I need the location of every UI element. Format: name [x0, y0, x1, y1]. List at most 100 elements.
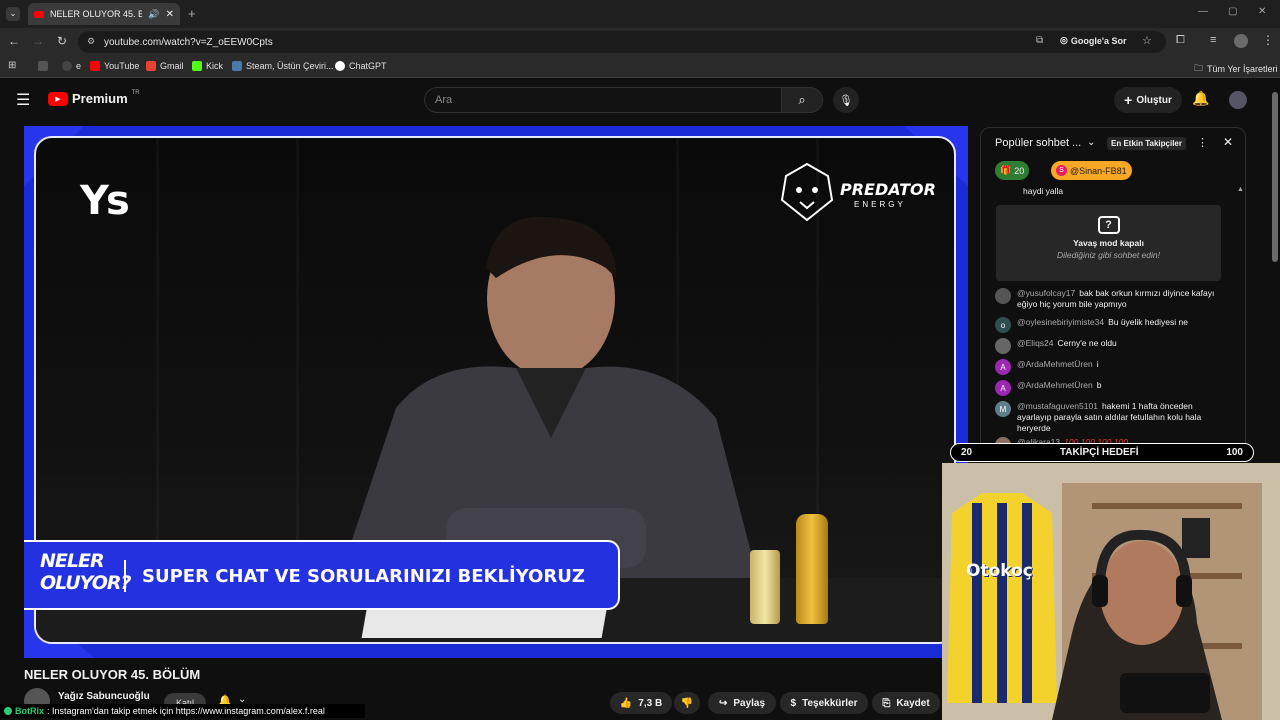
dislike-button[interactable]: 👎 [674, 692, 700, 714]
tab-list-button[interactable]: ⌄ [6, 7, 20, 21]
account-avatar[interactable] [1229, 91, 1247, 109]
minimize-icon[interactable]: — [1198, 6, 1208, 17]
chat-scroll-up-icon[interactable]: ▲ [1237, 186, 1244, 193]
bookmark-label: e [76, 61, 82, 71]
chat-message: A @ArdaMehmetÜren i [995, 359, 1223, 375]
bookmark-e[interactable]: e [62, 61, 81, 71]
logo-line-2: OLUYOR? [40, 572, 132, 594]
search-input[interactable]: Ara [424, 87, 782, 113]
bot-name: BotRix [15, 706, 44, 716]
goal-end: 100 [1226, 447, 1243, 458]
message-author[interactable]: @oylesinebiriyimiste34 [1017, 317, 1104, 327]
speaker-icon[interactable]: 🔊 [148, 9, 159, 20]
hamburger-menu-icon[interactable]: ☰ [16, 90, 30, 110]
create-button[interactable]: + Oluştur [1114, 87, 1182, 113]
thanks-button[interactable]: $ Teşekkürler [780, 692, 868, 714]
message-author[interactable]: @ArdaMehmetÜren [1017, 380, 1093, 390]
gift-count-pill[interactable]: 🎁 20 [995, 161, 1030, 180]
more-options-icon[interactable]: ⋮ [1197, 136, 1208, 149]
search-icon: ⌕ [798, 92, 806, 107]
profile-avatar-icon[interactable] [1234, 34, 1248, 48]
close-window-icon[interactable]: ✕ [1258, 6, 1266, 17]
message-text: i [1096, 359, 1099, 369]
url-text: youtube.com/watch?v=Z_oEEW0Cpts [104, 36, 273, 48]
youtube-logo[interactable]: ▶ Premium TR [48, 90, 140, 106]
chat-message: @yusufolcay17 bak bak orkun kırmızı diyin… [995, 288, 1223, 310]
google-ask-label: Google'a Sor [1070, 35, 1127, 46]
energy-can [750, 550, 780, 624]
chat-message: @Eliqs24 Cerny'e ne oldu [995, 338, 1223, 354]
channel-name[interactable]: Yağız Sabuncuoğlu [58, 691, 150, 702]
youtube-play-icon: ▶ [48, 91, 68, 106]
ys-brand-logo: Ys [80, 178, 130, 224]
save-button[interactable]: ⎘ Kaydet [872, 692, 940, 714]
lower-third-banner: NELER OLUYOR? SUPER CHAT VE SORULARINIZI… [24, 540, 620, 610]
user-avatar[interactable]: A [995, 380, 1011, 396]
media-control-icon[interactable]: ≡ [1210, 34, 1216, 46]
message-author[interactable]: @mustafaguven5101 [1017, 401, 1098, 411]
message-author[interactable]: @Eliqs24 [1017, 338, 1054, 348]
url-bar[interactable]: ⚙ youtube.com/watch?v=Z_oEEW0Cpts ⧉ ◎ Go… [78, 31, 1166, 53]
chat-message: M @mustafaguven5101 hakemi 1 hafta öncede… [995, 401, 1223, 434]
pinned-user-pill[interactable]: S @Sinan-FB81 [1051, 161, 1132, 180]
chat-header: Popüler sohbet ... ⌄ En Etkin Takipçiler… [981, 128, 1245, 158]
message-author[interactable]: @yusufolcay17 [1017, 288, 1075, 298]
message-author[interactable]: @ArdaMehmetÜren [1017, 359, 1093, 369]
first-message: haydi yalla [1023, 186, 1064, 196]
reload-icon[interactable]: ↻ [54, 34, 70, 48]
share-button[interactable]: ↪ Paylaş [708, 692, 776, 714]
bookmark-youtube[interactable]: YouTube [90, 61, 139, 71]
chevron-down-icon[interactable]: ⌄ [1087, 137, 1095, 148]
thumbs-down-icon: 👎 [680, 697, 694, 709]
bookmark-favicon-icon [62, 61, 72, 71]
all-bookmarks[interactable]: 🗀 Tüm Yer İşaretleri [1194, 61, 1278, 77]
google-ask-button[interactable]: ◎ Google'a Sor [1060, 35, 1127, 46]
chat-mode-selector[interactable]: Popüler sohbet ... [995, 137, 1081, 149]
bookmark-chatgpt[interactable]: ChatGPT [335, 61, 387, 71]
top-fans-badge[interactable]: En Etkin Takipçiler [1107, 137, 1186, 150]
forward-icon[interactable]: → [30, 34, 46, 48]
user-avatar[interactable]: o [995, 317, 1011, 333]
separator [124, 560, 126, 592]
extensions-icon[interactable]: ⧠ [1176, 34, 1185, 47]
new-tab-icon[interactable]: + [188, 6, 196, 21]
pinned-user-name: @Sinan-FB81 [1070, 165, 1127, 176]
close-chat-icon[interactable]: ✕ [1223, 135, 1233, 149]
tab-title: NELER OLUYOR 45. BÖLÜM [50, 9, 143, 19]
thanks-label: Teşekkürler [802, 697, 858, 709]
cast-icon[interactable]: ⧉ [1036, 35, 1043, 46]
bookmark-kick[interactable]: Kick [192, 61, 223, 71]
chat-message: o @oylesinebiriyimiste34 Bu üyelik hediye… [995, 317, 1223, 333]
voice-search-button[interactable]: 🎙 [833, 87, 859, 113]
bot-badge-icon [4, 707, 12, 715]
chatgpt-icon [335, 61, 345, 71]
apps-grid-icon[interactable]: ⊞ [8, 60, 16, 71]
notifications-bell-icon[interactable]: 🔔 [1192, 90, 1209, 107]
user-avatar[interactable] [995, 338, 1011, 354]
bookmark-gmail[interactable]: Gmail [146, 61, 184, 71]
like-button[interactable]: 👍 7,3 B [610, 692, 672, 714]
user-avatar[interactable]: M [995, 401, 1011, 417]
back-icon[interactable]: ← [6, 34, 22, 48]
maximize-icon[interactable]: ▢ [1228, 6, 1237, 17]
like-count: 7,3 B [638, 697, 663, 709]
bookmark-steam[interactable]: Steam, Üstün Çeviri... [232, 61, 334, 71]
bookmark-label: Steam, Üstün Çeviri... [246, 61, 334, 71]
user-avatar[interactable]: A [995, 359, 1011, 375]
user-avatar-icon: S [1056, 165, 1067, 176]
plus-icon: + [1124, 92, 1133, 108]
user-avatar[interactable] [995, 288, 1011, 304]
close-tab-icon[interactable]: ✕ [166, 9, 174, 20]
google-lens-icon: ◎ [1060, 35, 1068, 45]
bookmark-star-icon[interactable]: ☆ [1142, 34, 1152, 47]
video-player[interactable]: Ys PREDATOR ENERGY NELER OLUYOR? SUPER C… [24, 126, 968, 658]
all-bookmarks-label: Tüm Yer İşaretleri [1207, 64, 1278, 74]
search-button[interactable]: ⌕ [781, 87, 823, 113]
message-text: b [1096, 380, 1102, 390]
scrollbar-thumb[interactable] [1272, 92, 1278, 262]
steam-icon [232, 61, 242, 71]
site-info-icon[interactable]: ⚙ [87, 36, 95, 47]
browser-tab[interactable]: NELER OLUYOR 45. BÖLÜM 🔊 ✕ [28, 3, 180, 25]
browser-menu-icon[interactable]: ⋮ [1262, 33, 1274, 47]
bookmark-icon-only[interactable] [38, 61, 48, 71]
